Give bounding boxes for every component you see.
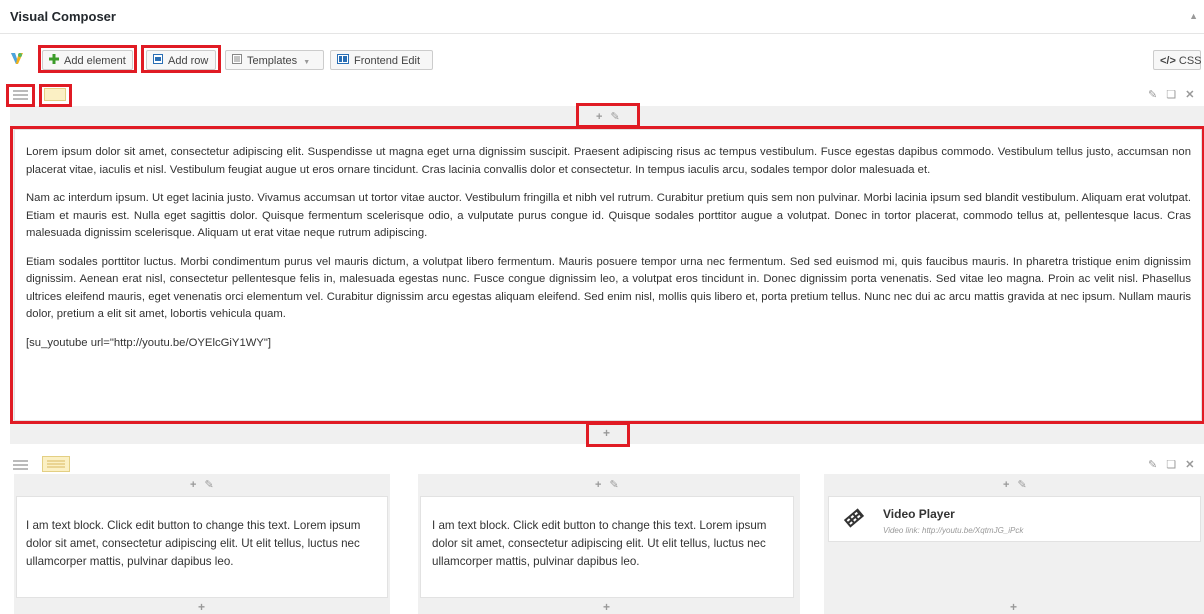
text-block-content: I am text block. Click edit button to ch… (26, 519, 361, 568)
add-element-icon[interactable]: + (603, 600, 610, 614)
clone-icon[interactable]: ❏ (1166, 459, 1176, 471)
add-row-button[interactable]: Add row (146, 50, 216, 70)
row-drag-handle-icon[interactable] (12, 88, 29, 101)
row2-controls: ✎ ❏ ✕ (1148, 458, 1200, 471)
column-3 (824, 474, 1204, 614)
vc-logo-icon (10, 51, 24, 70)
video-player-element[interactable]: Video Player Video link: http://youtu.be… (828, 496, 1201, 542)
pencil-icon[interactable]: ✎ (1148, 89, 1157, 101)
frontend-edit-button[interactable]: Frontend Edit (330, 50, 433, 70)
col1-controls: + ✎ (190, 478, 214, 491)
plus-icon[interactable]: + (595, 479, 601, 491)
dropdown-caret-icon: ▼ (303, 59, 311, 66)
pencil-icon[interactable]: ✎ (205, 479, 214, 491)
text-block-element[interactable]: Lorem ipsum dolor sit amet, consectetur … (14, 129, 1202, 421)
pencil-icon[interactable]: ✎ (610, 479, 619, 491)
panel-header (0, 0, 1204, 34)
paragraph: Nam ac interdum ipsum. Ut eget lacinia j… (26, 192, 1191, 239)
close-icon[interactable]: ✕ (1185, 89, 1194, 101)
css-label: CSS (1178, 55, 1202, 67)
frontend-icon (337, 51, 349, 71)
panel-title: Visual Composer (10, 9, 116, 24)
video-link: Video link: http://youtu.be/XqtmJG_iPck (883, 526, 1024, 535)
pencil-icon[interactable]: ✎ (1018, 479, 1027, 491)
row2-layout-icon[interactable] (42, 456, 70, 472)
close-icon[interactable]: ✕ (1185, 459, 1194, 471)
col2-controls: + ✎ (595, 478, 619, 491)
text-block-content: I am text block. Click edit button to ch… (432, 519, 767, 568)
row1-controls: ✎ ❏ ✕ (1148, 88, 1200, 101)
col3-controls: + ✎ (1003, 478, 1027, 491)
template-icon (232, 51, 242, 71)
plus-icon[interactable]: + (1003, 479, 1009, 491)
pencil-icon[interactable]: ✎ (1148, 459, 1157, 471)
row-icon (153, 51, 163, 71)
add-element-button[interactable]: Add element (42, 50, 133, 70)
code-icon: </> (1160, 55, 1176, 67)
text-block-element[interactable]: I am text block. Click edit button to ch… (16, 496, 388, 598)
film-icon (843, 507, 865, 534)
add-row-label: Add row (168, 55, 209, 67)
add-element-bottom-icon[interactable]: + (603, 426, 610, 440)
css-button[interactable]: </> CSS (1153, 50, 1202, 70)
paragraph: Lorem ipsum dolor sit amet, consectetur … (26, 146, 1191, 176)
column-controls: + ✎ (596, 110, 620, 123)
add-element-label: Add element (64, 55, 126, 67)
plus-icon[interactable]: + (190, 479, 196, 491)
shortcode: [su_youtube url="http://youtu.be/OYElcGi… (26, 336, 272, 349)
video-player-title: Video Player (883, 507, 955, 521)
plus-icon (49, 51, 59, 71)
add-element-icon[interactable]: + (198, 600, 205, 614)
row2-drag-handle-icon[interactable] (12, 458, 29, 471)
text-block-element[interactable]: I am text block. Click edit button to ch… (420, 496, 794, 598)
frontend-edit-label: Frontend Edit (354, 55, 421, 67)
paragraph: Etiam sodales porttitor luctus. Morbi co… (26, 255, 1191, 321)
pencil-icon[interactable]: ✎ (611, 111, 620, 123)
templates-button[interactable]: Templates ▼ (225, 50, 324, 70)
templates-label: Templates (247, 55, 298, 67)
clone-icon[interactable]: ❏ (1166, 89, 1176, 101)
collapse-arrow-icon[interactable]: ▲ (1189, 11, 1198, 21)
add-element-icon[interactable]: + (1010, 600, 1017, 614)
plus-icon[interactable]: + (596, 111, 602, 123)
row-layout-icon[interactable] (44, 88, 66, 101)
